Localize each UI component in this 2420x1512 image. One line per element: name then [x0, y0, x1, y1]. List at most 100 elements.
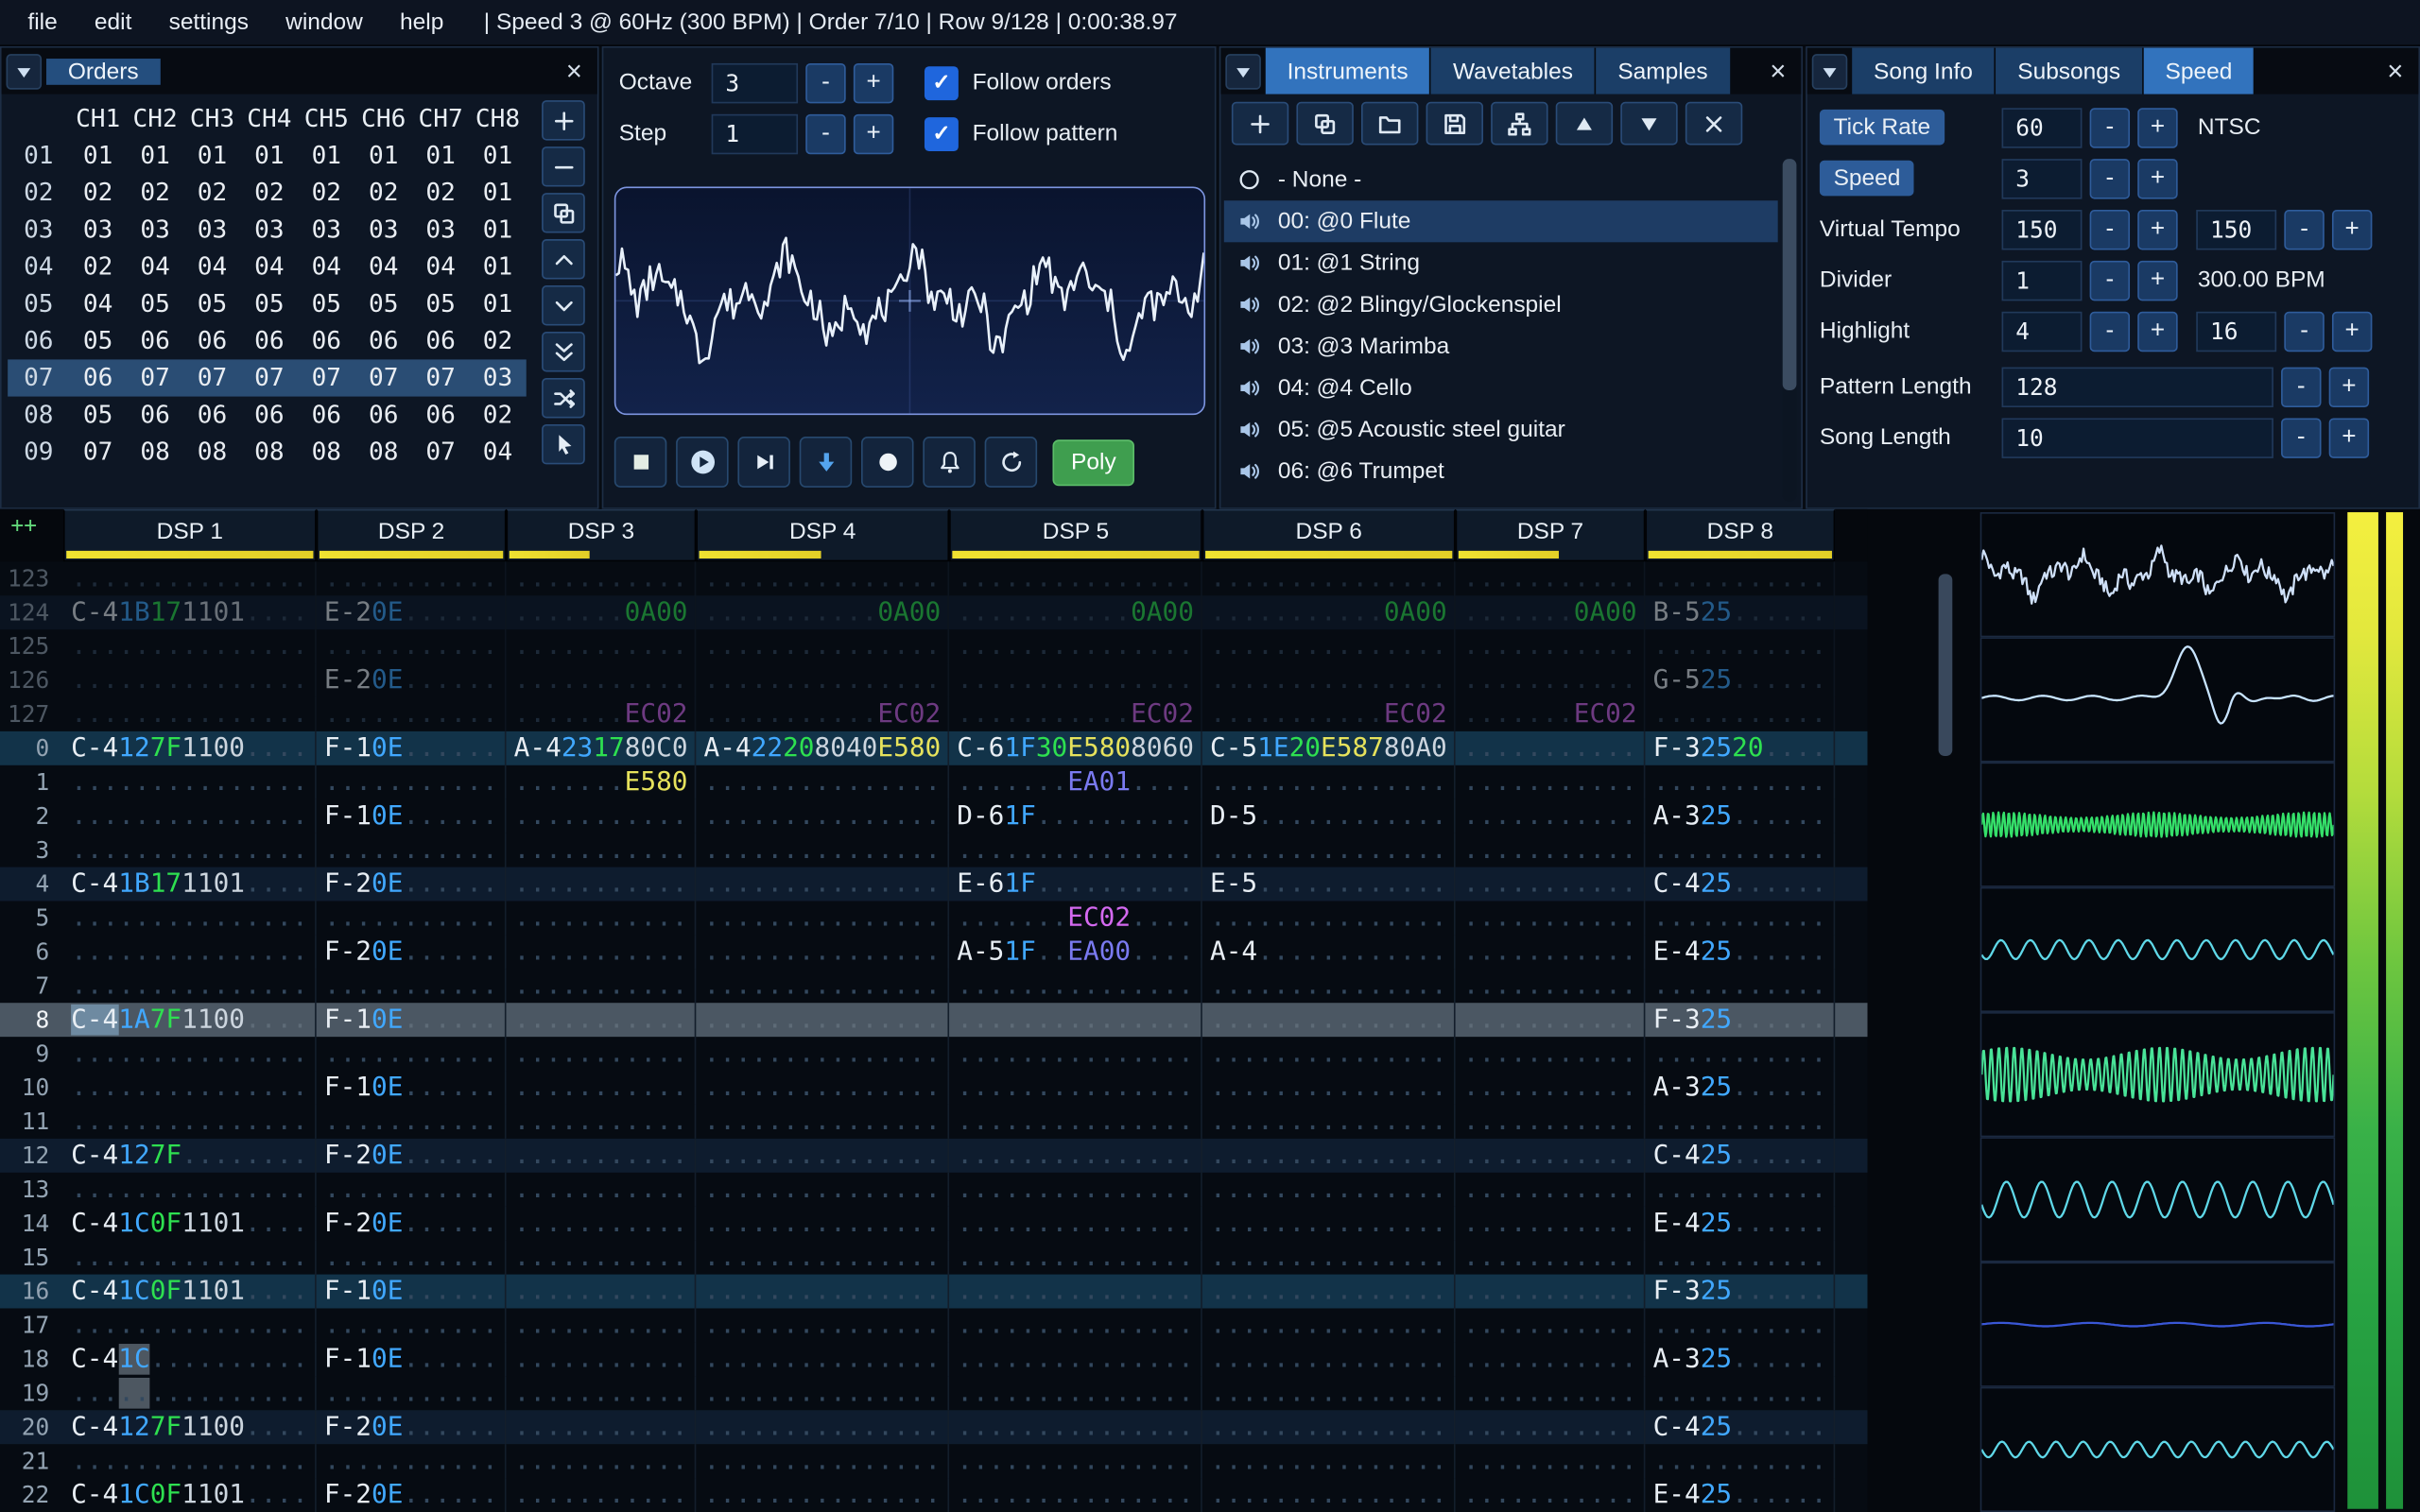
pattern-cell[interactable]: ........... — [1456, 1206, 1646, 1241]
pattern-cell[interactable]: ............... — [696, 935, 950, 970]
order-add-button[interactable] — [542, 100, 585, 141]
pattern-cell[interactable]: ........... — [1456, 1410, 1646, 1445]
song-window-menu-button[interactable] — [1811, 53, 1848, 89]
pattern-cell[interactable]: ........... — [507, 1410, 697, 1445]
order-cell[interactable]: 04 — [298, 249, 354, 285]
channel-header-dsp-3[interactable]: DSP 3 — [506, 508, 697, 562]
virtual-tempo-numerator-input[interactable]: 150 — [2001, 209, 2083, 249]
pattern-cell[interactable]: ............... — [1202, 969, 1456, 1004]
pattern-cell[interactable]: G-525...... — [1645, 663, 1836, 697]
pattern-cell[interactable]: A-325...... — [1645, 799, 1836, 833]
order-cell[interactable]: 01 — [127, 137, 183, 174]
order-row-08[interactable]: 08 05 06 06 06 06 06 06 02 — [8, 397, 527, 434]
pattern-cell[interactable]: ............... — [949, 833, 1202, 868]
pattern-cell[interactable]: ............... — [1202, 629, 1456, 664]
channel-header-dsp-2[interactable]: DSP 2 — [316, 508, 507, 562]
pattern-cell[interactable]: ........... — [1456, 1478, 1646, 1512]
pattern-cell[interactable]: ...........EC02 — [696, 696, 950, 731]
virtual-tempo-denominator-input[interactable]: 150 — [2196, 209, 2277, 249]
order-cell[interactable]: 05 — [412, 285, 469, 322]
pattern-cell[interactable]: ............... — [1202, 1104, 1456, 1139]
pattern-cell[interactable]: C-41A7F1100.... — [63, 1003, 317, 1038]
pattern-cell[interactable]: F-20E...... — [317, 1138, 507, 1173]
pattern-cell[interactable]: ........... — [507, 1444, 697, 1479]
pattern-cell[interactable]: E-20E...... — [317, 663, 507, 697]
pattern-cell[interactable]: ............... — [696, 1104, 950, 1139]
order-row-06[interactable]: 06 05 06 06 06 06 06 06 02 — [8, 322, 527, 359]
pattern-cell[interactable]: ........... — [1456, 1037, 1646, 1072]
pattern-cell[interactable]: ............... — [696, 867, 950, 902]
octave-input[interactable]: 3 — [711, 62, 799, 103]
pattern-length-increase-button[interactable]: + — [2328, 366, 2370, 407]
pattern-cell[interactable]: ............... — [1202, 1240, 1456, 1275]
order-row-02[interactable]: 02 02 02 02 02 02 02 02 01 — [8, 174, 527, 211]
order-cell[interactable]: 04 — [69, 285, 126, 322]
pattern-cell[interactable]: ............... — [1202, 1172, 1456, 1207]
pattern-cell[interactable]: F-20E...... — [317, 935, 507, 970]
song-tab-subsongs[interactable]: Subsongs — [1996, 47, 2143, 94]
pattern-cell[interactable]: ............... — [696, 1206, 950, 1241]
tick-rate-decrease-button[interactable]: - — [2089, 107, 2131, 147]
pattern-cell[interactable]: ............... — [949, 1342, 1202, 1377]
record-button[interactable] — [861, 437, 914, 488]
order-cell[interactable]: 08 — [298, 434, 354, 471]
pattern-cell[interactable]: ............... — [63, 935, 317, 970]
pattern-cell[interactable]: ........... — [1456, 1240, 1646, 1275]
pattern-cell[interactable]: ............... — [1202, 1071, 1456, 1105]
pattern-cell[interactable]: ............... — [696, 833, 950, 868]
pattern-cell[interactable]: A-51F..EA00.... — [949, 935, 1202, 970]
order-cell[interactable]: 02 — [298, 174, 354, 211]
pattern-cell[interactable]: ............... — [63, 663, 317, 697]
order-cell[interactable]: 06 — [127, 322, 183, 359]
order-cell[interactable]: 03 — [298, 212, 354, 249]
pattern-cell[interactable]: ............... — [1202, 901, 1456, 936]
pattern-cell[interactable]: F-20E...... — [317, 867, 507, 902]
pattern-cell[interactable]: ........... — [507, 833, 697, 868]
pattern-cell[interactable]: ............... — [1202, 1410, 1456, 1445]
order-cell[interactable]: 07 — [298, 359, 354, 396]
pattern-cell[interactable]: .......EC02 — [507, 696, 697, 731]
order-cell[interactable]: 01 — [469, 212, 526, 249]
order-cell[interactable]: 01 — [469, 285, 526, 322]
scrollbar-thumb[interactable] — [1938, 574, 1953, 756]
order-cell[interactable]: 06 — [412, 397, 469, 434]
pattern-cell[interactable]: ............... — [949, 1071, 1202, 1105]
order-row-04[interactable]: 04 02 04 04 04 04 04 04 01 — [8, 249, 527, 285]
pattern-cell[interactable]: ........... — [1456, 799, 1646, 833]
order-cell[interactable]: 05 — [298, 285, 354, 322]
pattern-cell[interactable]: ........... — [1645, 1376, 1836, 1411]
pattern-cell[interactable]: ...........0A00 — [949, 595, 1202, 630]
order-cell[interactable]: 06 — [183, 397, 240, 434]
pattern-cell[interactable]: ........... — [317, 696, 507, 731]
instrument-item[interactable]: 04: @4 Cello — [1224, 368, 1778, 409]
instruments-window-menu-button[interactable] — [1225, 53, 1261, 89]
instrument-save-button[interactable] — [1426, 101, 1483, 146]
virtual-tempo-num-increase-button[interactable]: + — [2137, 209, 2178, 249]
order-cell[interactable]: 06 — [298, 397, 354, 434]
pattern-cell[interactable]: ........... — [507, 1003, 697, 1038]
pattern-cell[interactable]: ........... — [507, 901, 697, 936]
pattern-cell[interactable]: ............... — [696, 901, 950, 936]
pattern-cell[interactable]: ........... — [507, 561, 697, 596]
pattern-cell[interactable]: ............... — [1202, 663, 1456, 697]
pattern-cell[interactable]: ........... — [1456, 1003, 1646, 1038]
instrument-folder-view-button[interactable] — [1491, 101, 1548, 146]
menu-item-file[interactable]: file — [9, 0, 77, 45]
pattern-cell[interactable]: ........... — [1456, 765, 1646, 799]
instrument-list-scrollbar[interactable] — [1782, 159, 1797, 502]
pattern-cell[interactable]: ............... — [696, 1376, 950, 1411]
pattern-cell[interactable]: ........... — [507, 867, 697, 902]
pattern-cell[interactable]: ............... — [63, 969, 317, 1004]
pattern-cell[interactable]: ............... — [949, 1274, 1202, 1309]
pattern-cell[interactable]: ........... — [1456, 1444, 1646, 1479]
pattern-cell[interactable]: F-325...... — [1645, 1003, 1836, 1038]
order-cell[interactable]: 07 — [127, 359, 183, 396]
virtual-tempo-den-decrease-button[interactable]: - — [2284, 209, 2325, 249]
order-cell[interactable]: 03 — [69, 212, 126, 249]
pattern-cell[interactable]: ............... — [696, 1308, 950, 1343]
play-pattern-button[interactable] — [737, 437, 790, 488]
pattern-cell[interactable]: ............... — [63, 1240, 317, 1275]
stop-button[interactable] — [614, 437, 667, 488]
pattern-cell[interactable]: F-10E...... — [317, 1003, 507, 1038]
pattern-cell[interactable]: E-425...... — [1645, 1478, 1836, 1512]
